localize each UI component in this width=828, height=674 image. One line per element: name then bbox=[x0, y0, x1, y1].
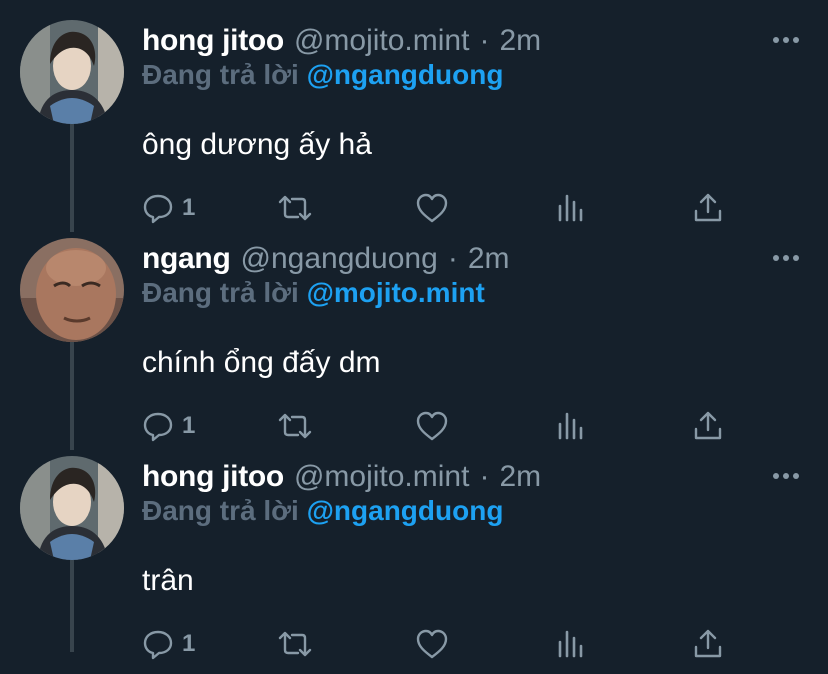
avatar[interactable] bbox=[20, 20, 124, 124]
like-button[interactable] bbox=[414, 408, 450, 444]
like-button[interactable] bbox=[414, 626, 450, 662]
tweet-actions: 1 bbox=[140, 190, 740, 226]
more-icon bbox=[773, 37, 799, 43]
share-button[interactable] bbox=[690, 626, 726, 662]
portrait-avatar-icon bbox=[20, 20, 124, 124]
like-icon bbox=[416, 629, 448, 659]
analytics-button[interactable] bbox=[552, 408, 588, 444]
analytics-button[interactable] bbox=[552, 190, 588, 226]
reply-button[interactable]: 1 bbox=[140, 408, 195, 444]
retweet-icon bbox=[278, 413, 312, 439]
retweet-button[interactable] bbox=[276, 408, 314, 444]
reply-button[interactable]: 1 bbox=[140, 190, 195, 226]
tweet[interactable]: hong jitoo @mojito.mint · 2m Đang trả lờ… bbox=[0, 456, 828, 674]
more-icon bbox=[773, 255, 799, 261]
tweet-text: trân bbox=[142, 564, 194, 597]
tweet-actions: 1 bbox=[140, 408, 740, 444]
tweet-text: chính ổng đấy dm bbox=[142, 346, 381, 379]
more-options-button[interactable] bbox=[772, 248, 800, 268]
portrait-avatar-icon bbox=[20, 456, 124, 560]
tweet[interactable]: ngang @ngangduong · 2m Đang trả lời @moj… bbox=[0, 238, 828, 456]
portrait-avatar-icon bbox=[20, 238, 124, 342]
reply-count: 1 bbox=[182, 412, 196, 439]
more-options-button[interactable] bbox=[772, 466, 800, 486]
retweet-button[interactable] bbox=[276, 626, 314, 662]
reply-button[interactable]: 1 bbox=[140, 626, 195, 662]
mention-link[interactable]: @ngangduong bbox=[307, 59, 504, 90]
tweet[interactable]: hong jitoo @mojito.mint · 2m Đang trả lờ… bbox=[0, 20, 828, 238]
share-icon bbox=[694, 411, 722, 440]
timestamp[interactable]: 2m bbox=[499, 456, 541, 498]
replying-to-label: Đang trả lời bbox=[142, 495, 299, 526]
reply-icon bbox=[143, 630, 173, 660]
share-icon bbox=[694, 629, 722, 658]
avatar[interactable] bbox=[20, 238, 124, 342]
mention-link[interactable]: @ngangduong bbox=[307, 495, 504, 526]
share-button[interactable] bbox=[690, 190, 726, 226]
reply-count: 1 bbox=[182, 630, 196, 657]
retweet-button[interactable] bbox=[276, 190, 314, 226]
analytics-icon bbox=[558, 412, 583, 440]
avatar[interactable] bbox=[20, 456, 124, 560]
analytics-icon bbox=[558, 630, 583, 658]
more-options-button[interactable] bbox=[772, 30, 800, 50]
replying-to: Đang trả lời @mojito.mint bbox=[142, 272, 485, 314]
analytics-button[interactable] bbox=[552, 626, 588, 662]
retweet-icon bbox=[278, 195, 312, 221]
reply-icon bbox=[143, 412, 173, 442]
like-icon bbox=[416, 411, 448, 441]
replying-to: Đang trả lời @ngangduong bbox=[142, 54, 503, 96]
mention-link[interactable]: @mojito.mint bbox=[307, 277, 485, 308]
more-icon bbox=[773, 473, 799, 479]
timestamp[interactable]: 2m bbox=[499, 20, 541, 62]
tweet-actions: 1 bbox=[140, 626, 740, 662]
like-button[interactable] bbox=[414, 190, 450, 226]
replying-to-label: Đang trả lời bbox=[142, 59, 299, 90]
like-icon bbox=[416, 193, 448, 223]
replying-to: Đang trả lời @ngangduong bbox=[142, 490, 503, 532]
reply-icon bbox=[143, 194, 173, 224]
reply-count: 1 bbox=[182, 194, 196, 221]
share-button[interactable] bbox=[690, 408, 726, 444]
replying-to-label: Đang trả lời bbox=[142, 277, 299, 308]
analytics-icon bbox=[558, 194, 583, 222]
retweet-icon bbox=[278, 631, 312, 657]
share-icon bbox=[694, 193, 722, 222]
tweet-text: ông dương ấy hả bbox=[142, 128, 372, 161]
